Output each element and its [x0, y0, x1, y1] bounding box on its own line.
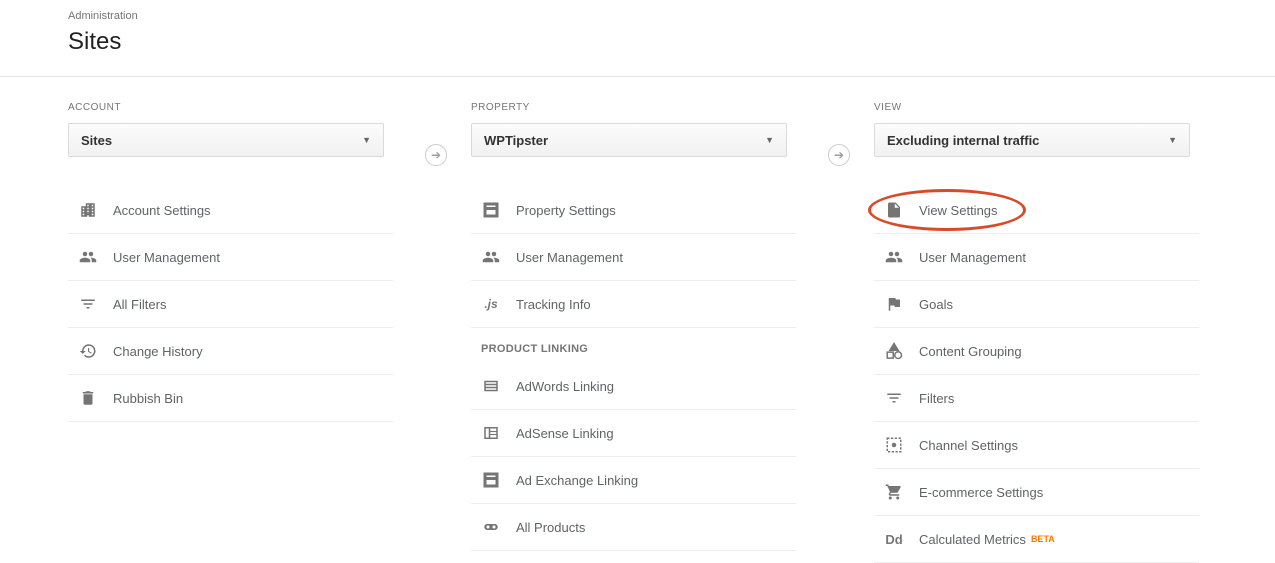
view-channel-settings[interactable]: Channel Settings	[874, 422, 1199, 469]
nav-label: Filters	[919, 391, 954, 406]
view-user-management[interactable]: User Management	[874, 234, 1199, 281]
nav-label: Change History	[113, 344, 203, 359]
view-selector-value: Excluding internal traffic	[887, 133, 1039, 148]
nav-label: View Settings	[919, 203, 998, 218]
nav-label: AdSense Linking	[516, 426, 614, 441]
all-products[interactable]: All Products	[471, 504, 796, 551]
property-selector[interactable]: WPTipster ▼	[471, 123, 787, 157]
link-icon	[481, 517, 501, 537]
nav-label: Tracking Info	[516, 297, 591, 312]
adsense-linking[interactable]: AdSense Linking	[471, 410, 796, 457]
account-settings[interactable]: Account Settings	[68, 187, 393, 234]
adsense-icon	[481, 423, 501, 443]
file-icon	[884, 200, 904, 220]
account-selector[interactable]: Sites ▼	[68, 123, 384, 157]
property-user-management[interactable]: User Management	[471, 234, 796, 281]
channel-icon	[884, 435, 904, 455]
property-selector-value: WPTipster	[484, 133, 548, 148]
nav-label: Content Grouping	[919, 344, 1022, 359]
funnel-icon	[884, 388, 904, 408]
nav-label: E-commerce Settings	[919, 485, 1043, 500]
column-arrow-2: ➔	[824, 102, 854, 563]
nav-label: Property Settings	[516, 203, 616, 218]
product-linking-label: PRODUCT LINKING	[481, 343, 804, 355]
nav-label: User Management	[919, 250, 1026, 265]
building-icon	[78, 200, 98, 220]
property-tracking-info[interactable]: .js Tracking Info	[471, 281, 796, 328]
view-settings[interactable]: View Settings	[874, 187, 1199, 234]
funnel-icon	[78, 294, 98, 314]
ad-exchange-linking[interactable]: Ad Exchange Linking	[471, 457, 796, 504]
property-linking-nav: AdWords Linking AdSense Linking Ad Excha…	[471, 363, 796, 551]
column-arrow-1: ➔	[421, 102, 451, 563]
view-content-grouping[interactable]: Content Grouping	[874, 328, 1199, 375]
nav-label: Channel Settings	[919, 438, 1018, 453]
js-icon: .js	[481, 294, 501, 314]
property-label: PROPERTY	[471, 102, 804, 113]
nav-label: AdWords Linking	[516, 379, 614, 394]
adwords-icon	[481, 376, 501, 396]
account-selector-value: Sites	[81, 133, 112, 148]
view-column: VIEW Excluding internal traffic ▼ View S…	[854, 102, 1207, 563]
layout-icon	[481, 200, 501, 220]
account-label: ACCOUNT	[68, 102, 401, 113]
property-settings[interactable]: Property Settings	[471, 187, 796, 234]
nav-label: All Products	[516, 520, 585, 535]
nav-label: All Filters	[113, 297, 166, 312]
account-user-management[interactable]: User Management	[68, 234, 393, 281]
admin-columns: ACCOUNT Sites ▼ Account Settings User Ma…	[0, 77, 1275, 563]
nav-label: Account Settings	[113, 203, 211, 218]
view-filters[interactable]: Filters	[874, 375, 1199, 422]
flag-icon	[884, 294, 904, 314]
nav-label: Goals	[919, 297, 953, 312]
breadcrumb: Administration	[68, 10, 1275, 22]
dd-icon: Dd	[884, 529, 904, 549]
account-all-filters[interactable]: All Filters	[68, 281, 393, 328]
caret-down-icon: ▼	[765, 135, 774, 145]
nav-label: User Management	[516, 250, 623, 265]
account-nav: Account Settings User Management All Fil…	[68, 187, 393, 422]
trash-icon	[78, 388, 98, 408]
view-selector[interactable]: Excluding internal traffic ▼	[874, 123, 1190, 157]
layout-icon	[481, 470, 501, 490]
page-title: Sites	[68, 28, 1275, 56]
nav-label: User Management	[113, 250, 220, 265]
view-ecommerce-settings[interactable]: E-commerce Settings	[874, 469, 1199, 516]
adwords-linking[interactable]: AdWords Linking	[471, 363, 796, 410]
account-rubbish-bin[interactable]: Rubbish Bin	[68, 375, 393, 422]
property-nav: Property Settings User Management .js Tr…	[471, 187, 796, 328]
account-change-history[interactable]: Change History	[68, 328, 393, 375]
view-calculated-metrics[interactable]: Dd Calculated Metrics BETA	[874, 516, 1199, 563]
view-goals[interactable]: Goals	[874, 281, 1199, 328]
history-icon	[78, 341, 98, 361]
arrow-right-icon: ➔	[828, 144, 850, 166]
arrow-right-icon: ➔	[425, 144, 447, 166]
users-icon	[884, 247, 904, 267]
users-icon	[78, 247, 98, 267]
property-column: PROPERTY WPTipster ▼ Property Settings U…	[451, 102, 824, 563]
nav-label: Calculated Metrics	[919, 532, 1026, 547]
beta-badge: BETA	[1031, 534, 1055, 544]
view-nav: View Settings User Management Goals Cont…	[874, 187, 1199, 563]
account-column: ACCOUNT Sites ▼ Account Settings User Ma…	[68, 102, 421, 563]
grouping-icon	[884, 341, 904, 361]
nav-label: Ad Exchange Linking	[516, 473, 638, 488]
caret-down-icon: ▼	[362, 135, 371, 145]
header: Administration Sites	[0, 0, 1275, 77]
view-label: VIEW	[874, 102, 1207, 113]
cart-icon	[884, 482, 904, 502]
users-icon	[481, 247, 501, 267]
caret-down-icon: ▼	[1168, 135, 1177, 145]
nav-label: Rubbish Bin	[113, 391, 183, 406]
